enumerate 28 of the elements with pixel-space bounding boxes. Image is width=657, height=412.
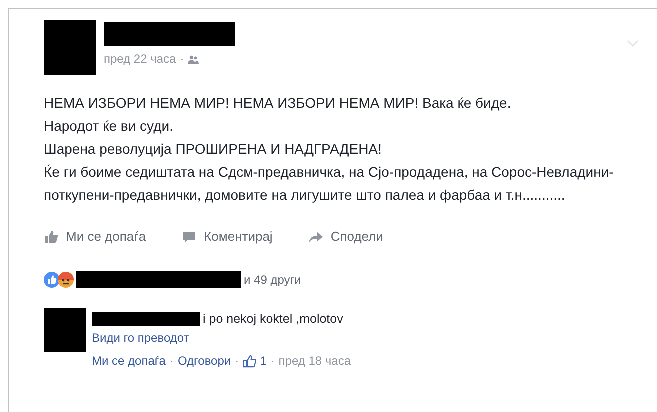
separator: · <box>170 354 174 368</box>
post-text: Ќе ги боиме седиштата на Сдсм-предавничка, на Сјо-продадена, на Сорос-Невладини-поткупени-предавнички, домовите на лигушите што палеа и фарбаа и т.н........... <box>44 163 615 205</box>
share-button[interactable]: Сподели <box>308 229 384 244</box>
redacted-avatar <box>44 308 86 352</box>
post-text: Шарена револуција ПРОШИРЕНА И НАДГРАДЕНА! <box>44 140 383 159</box>
separator: · <box>270 354 275 368</box>
angry-reaction-icon <box>58 272 74 288</box>
like-button[interactable]: Ми се допаѓа <box>44 229 146 244</box>
like-count: 1 <box>260 354 267 368</box>
share-arrow-icon <box>308 230 323 244</box>
friends-icon[interactable] <box>188 54 200 64</box>
reply-link[interactable]: Одговори <box>178 354 232 368</box>
thumbs-up-icon <box>44 230 58 244</box>
see-translation-link[interactable]: Види го преводот <box>92 331 351 345</box>
like-link[interactable]: Ми се допаѓа <box>92 354 166 368</box>
post-time[interactable]: пред 22 часа <box>104 52 176 66</box>
reaction-count[interactable]: и 49 други <box>244 272 302 286</box>
redacted-avatar <box>44 20 96 75</box>
thumbs-up-icon <box>243 354 256 368</box>
comment-time: пред 18 часа <box>278 354 351 368</box>
separator: · <box>235 354 240 368</box>
post-text: НЕМА ИЗБОРИ НЕМА МИР! НЕМА ИЗБОРИ НЕМА МИР! Вака ќе биде. <box>44 94 512 113</box>
comment-text: i po nekoj koktel ,molotov <box>203 312 344 326</box>
post-text: Народот ќе ви суди. <box>44 117 174 136</box>
comment-button[interactable]: Коментирај <box>182 229 273 244</box>
separator: · <box>180 52 184 66</box>
like-reaction-icon <box>44 272 60 288</box>
speech-bubble-icon <box>182 230 196 244</box>
